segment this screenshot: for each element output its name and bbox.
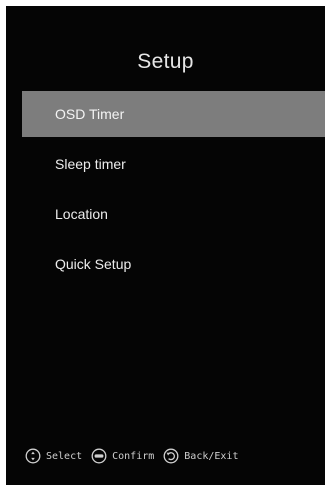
hint-confirm: Confirm xyxy=(91,448,154,464)
menu-item-quick-setup[interactable]: Quick Setup xyxy=(22,241,325,287)
hint-label: Confirm xyxy=(112,450,155,462)
menu-item-label: Location xyxy=(55,206,108,222)
menu-item-osd-timer[interactable]: OSD Timer xyxy=(22,91,325,137)
hint-label: Back/Exit xyxy=(184,450,239,462)
menu-item-label: OSD Timer xyxy=(55,106,125,122)
back-arrow-icon xyxy=(163,448,179,464)
menu-item-label: Sleep timer xyxy=(55,156,126,172)
hint-back-exit: Back/Exit xyxy=(163,448,238,464)
setup-menu: OSD Timer Sleep timer Location Quick Set… xyxy=(22,91,325,291)
button-hints: Select Confirm Back/Exit xyxy=(25,447,238,465)
menu-item-label: Quick Setup xyxy=(55,256,132,272)
menu-item-location[interactable]: Location xyxy=(22,191,325,237)
setup-screen: Setup OSD Timer Sleep timer Location Qui… xyxy=(6,6,325,485)
hint-select: Select xyxy=(25,448,82,464)
dpad-icon xyxy=(25,448,41,464)
menu-item-sleep-timer[interactable]: Sleep timer xyxy=(22,141,325,187)
hint-label: Select xyxy=(46,450,83,462)
page-title: Setup xyxy=(137,50,194,73)
enter-button-icon xyxy=(91,448,107,464)
